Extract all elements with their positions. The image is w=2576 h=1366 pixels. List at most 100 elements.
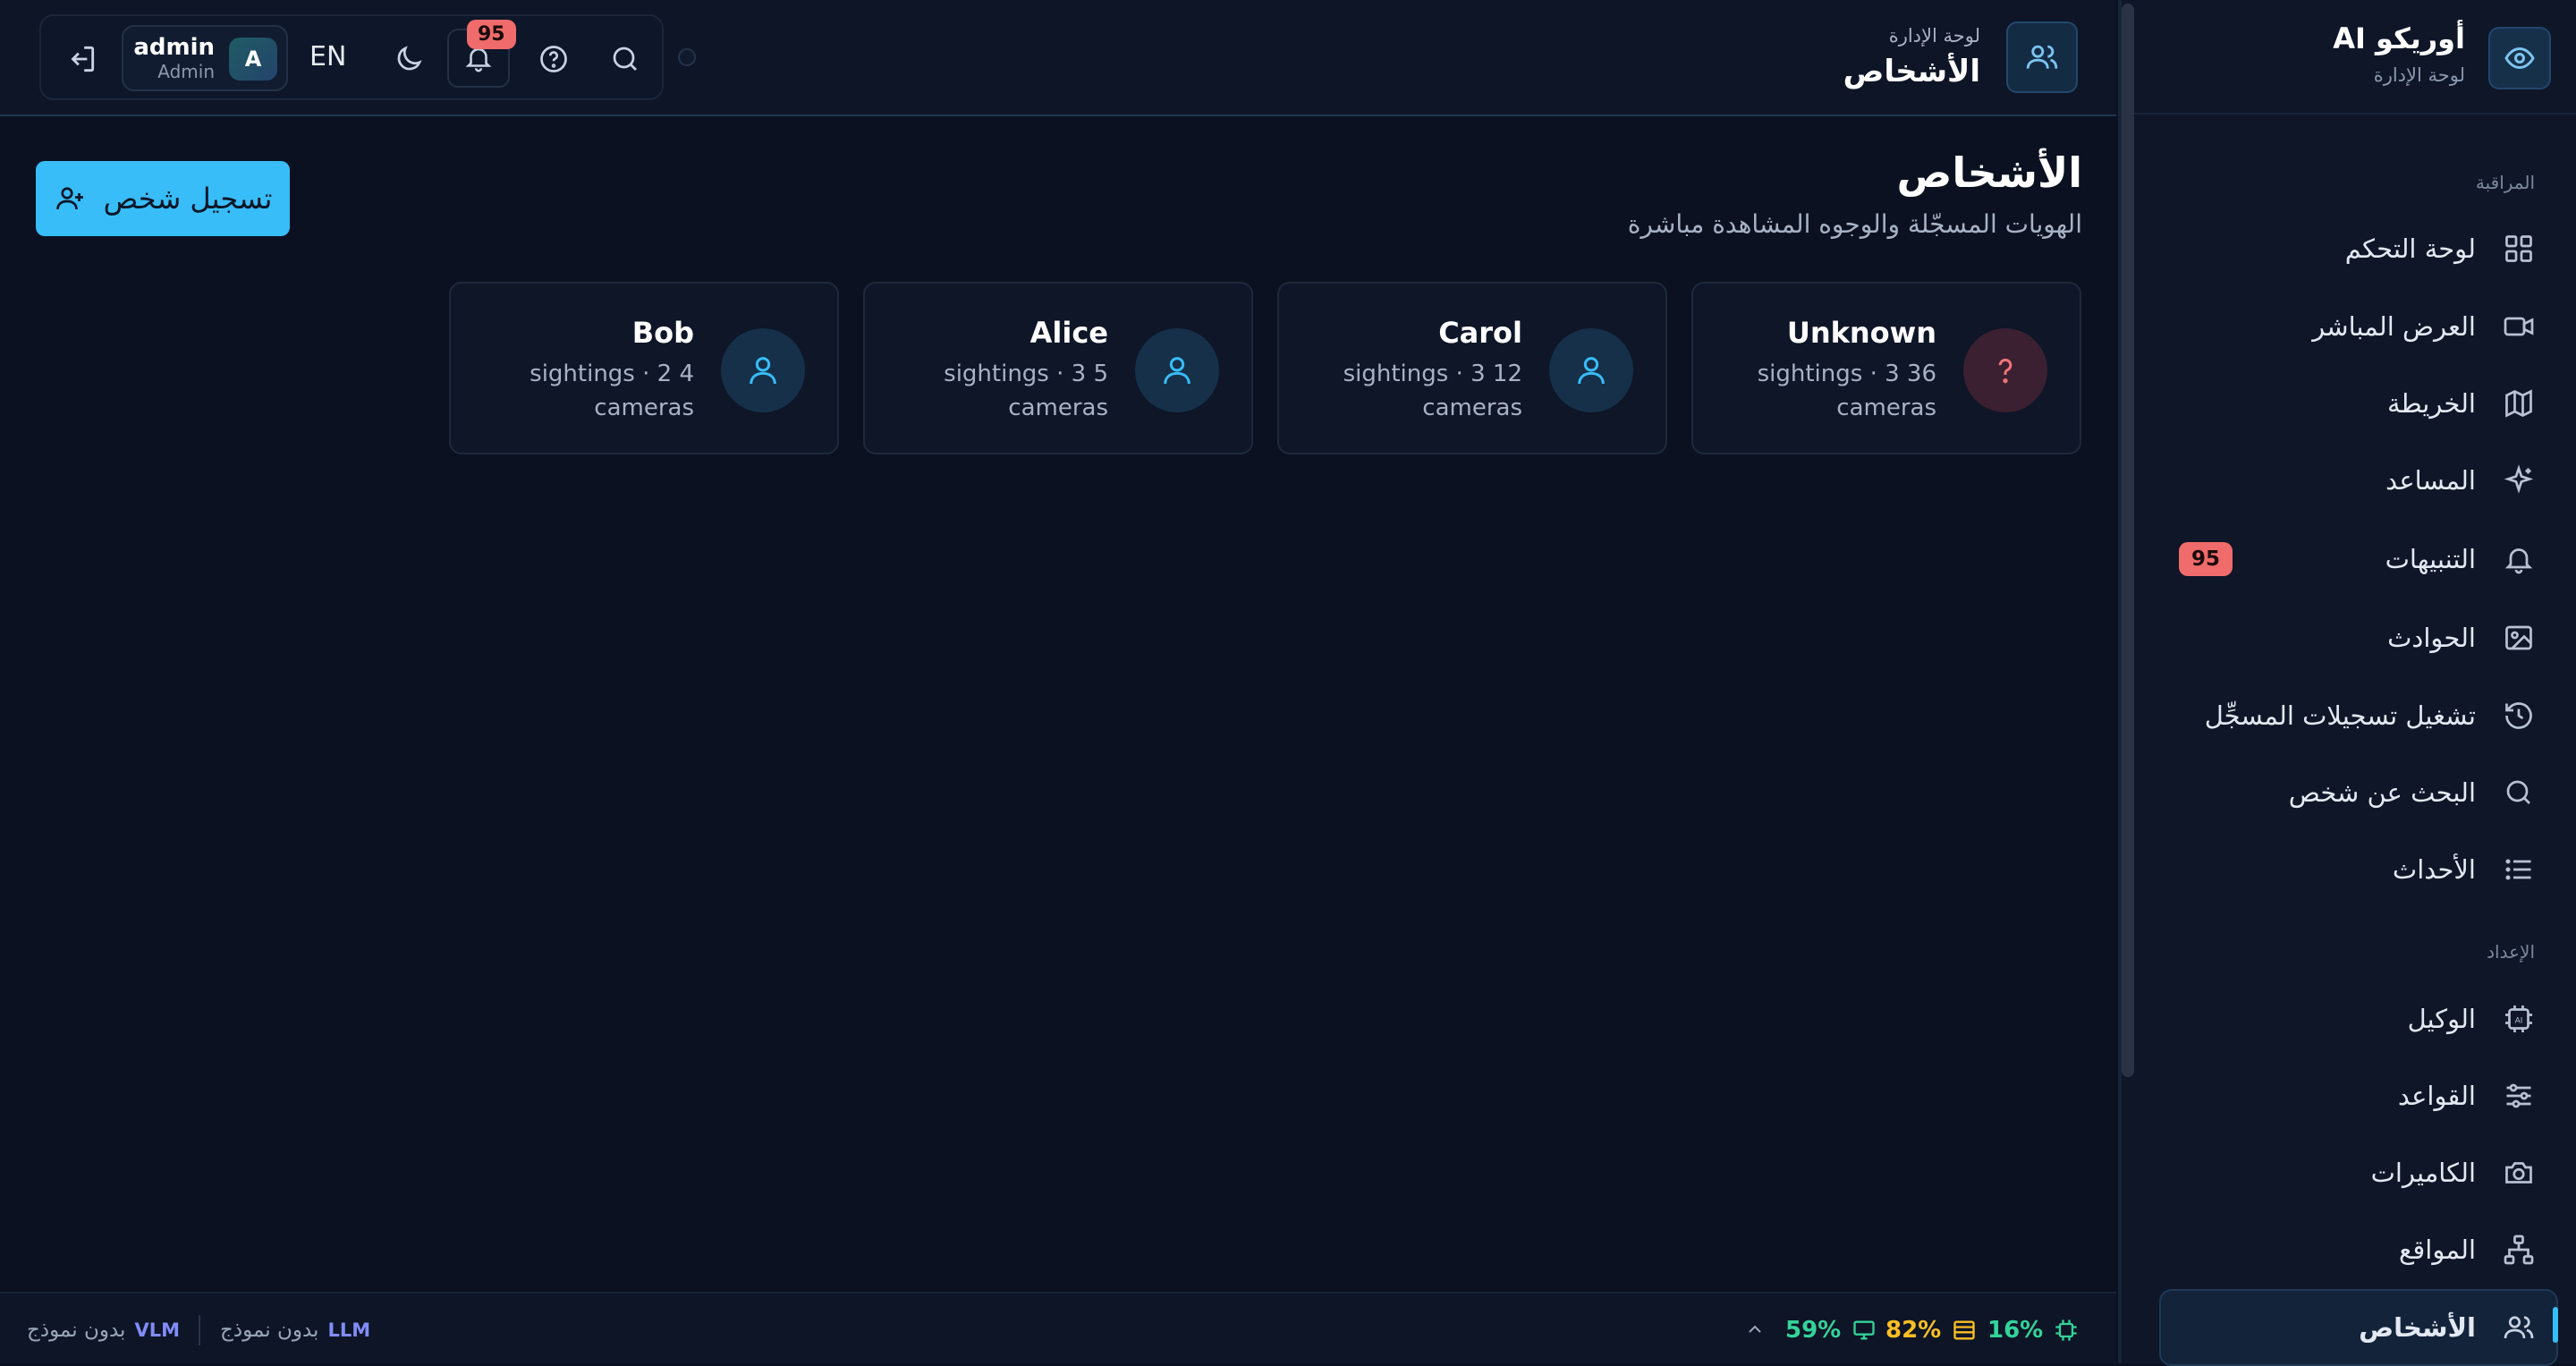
memory-stat: 59%	[1785, 1317, 1877, 1344]
help-button[interactable]	[531, 37, 576, 81]
grid-icon	[2501, 231, 2537, 267]
person-name: Carol	[1438, 316, 1522, 350]
person-card[interactable]: Bob sightings · 2 4 cameras	[449, 282, 839, 454]
sidebar-item-cameras[interactable]: الكاميرات	[2120, 1137, 2576, 1209]
sidebar-item-person-search[interactable]: البحث عن شخص	[2120, 757, 2576, 828]
search-button[interactable]	[603, 37, 648, 81]
sparkles-icon	[2501, 462, 2537, 498]
storage-stat: 82%	[1885, 1317, 1977, 1344]
search-icon	[609, 43, 641, 75]
person-sightings: sightings · 3 5	[944, 361, 1108, 387]
notifications-badge: 95	[467, 20, 516, 49]
image-icon	[2501, 620, 2537, 656]
sidebar-item-dashboard[interactable]: لوحة التحكم	[2120, 213, 2576, 284]
person-name: Unknown	[1786, 316, 1936, 350]
sidebar-item-live-view[interactable]: العرض المباشر	[2120, 291, 2576, 362]
cpu-value: 16%	[1987, 1317, 2044, 1344]
user-plus-icon	[54, 182, 86, 215]
help-icon	[538, 43, 570, 75]
moon-icon	[393, 43, 425, 75]
map-icon	[2501, 386, 2537, 421]
sidebar-item-incidents[interactable]: الحوادث	[2120, 602, 2576, 674]
sidebar-item-people[interactable]: الأشخاص	[2159, 1289, 2558, 1366]
search-icon	[2501, 775, 2537, 810]
vlm-tag: VLM	[134, 1319, 180, 1341]
logout-button[interactable]	[59, 37, 104, 81]
person-sightings: sightings · 2 4	[530, 361, 694, 387]
list-icon	[2501, 852, 2537, 887]
person-card[interactable]: Alice sightings · 3 5 cameras	[863, 282, 1253, 454]
sliders-icon	[2501, 1078, 2537, 1114]
sidebar-item-label: البحث عن شخص	[2288, 777, 2476, 808]
user-menu[interactable]: admin Admin A	[122, 25, 288, 91]
history-icon	[2501, 698, 2537, 734]
toolbar: admin Admin A EN 95	[39, 14, 664, 100]
sidebar-item-label: الأشخاص	[2359, 1312, 2476, 1343]
sidebar-item-label: المواقع	[2399, 1234, 2476, 1265]
sidebar-item-label: الحوادث	[2387, 623, 2476, 653]
brand-subtitle: لوحة الإدارة	[2373, 64, 2465, 86]
cpu-stat: 16%	[1987, 1317, 2079, 1344]
active-indicator	[2553, 1307, 2558, 1343]
user-name: admin	[133, 34, 215, 61]
divider	[199, 1315, 200, 1345]
svg-text:AI: AI	[2515, 1017, 2523, 1026]
section-label-setup: الإعداد	[2487, 941, 2535, 963]
sidebar-item-sites[interactable]: المواقع	[2120, 1214, 2576, 1285]
llm-status: بدون نموذج LLM	[220, 1319, 370, 1342]
storage-icon	[1952, 1318, 1977, 1343]
sidebar-item-label: العرض المباشر	[2312, 311, 2476, 342]
register-person-button[interactable]: تسجيل شخص	[36, 161, 290, 236]
person-cameras: cameras	[1008, 395, 1108, 421]
user-role: Admin	[157, 61, 215, 82]
storage-value: 82%	[1885, 1317, 1942, 1344]
person-name: Alice	[1030, 316, 1108, 350]
sidebar-item-label: الوكيل	[2407, 1004, 2476, 1034]
cpu-icon	[2054, 1318, 2079, 1343]
question-icon	[1963, 328, 2047, 412]
person-cameras: cameras	[594, 395, 694, 421]
sidebar-item-label: التنبيهات	[2385, 544, 2476, 574]
brand-title: أوريكو AI	[2333, 21, 2465, 55]
users-icon	[2006, 21, 2078, 93]
status-bar: بدون نموذج VLM بدون نموذج LLM 59% 82% 16…	[0, 1292, 2116, 1363]
sidebar-item-label: المساعد	[2385, 465, 2476, 496]
page-subheading: الهويات المسجّلة والوجوه المشاهدة مباشرة	[1627, 209, 2082, 239]
person-cameras: cameras	[1422, 395, 1522, 421]
users-icon	[2501, 1310, 2537, 1345]
sidebar-item-recorder-playback[interactable]: تشغيل تسجيلات المسجِّل	[2120, 680, 2576, 751]
logout-icon	[64, 42, 98, 76]
cpu-ai-icon: AI	[2501, 1001, 2537, 1037]
sidebar-item-rules[interactable]: القواعد	[2120, 1060, 2576, 1132]
person-cameras: cameras	[1836, 395, 1936, 421]
sidebar-item-agent[interactable]: AI الوكيل	[2120, 983, 2576, 1055]
breadcrumb: لوحة الإدارة	[1888, 25, 1980, 47]
sidebar-item-label: الخريطة	[2386, 388, 2476, 419]
language-toggle[interactable]: EN	[309, 41, 346, 72]
llm-tag: LLM	[327, 1319, 371, 1341]
network-icon	[2501, 1232, 2537, 1268]
sidebar-item-map[interactable]: الخريطة	[2120, 368, 2576, 439]
register-person-label: تسجيل شخص	[103, 182, 273, 216]
alerts-count-badge: 95	[2179, 542, 2233, 576]
scrollbar-thumb[interactable]	[2122, 4, 2134, 1077]
person-sightings: sightings · 3 12	[1343, 361, 1522, 387]
sidebar-item-alerts[interactable]: التنبيهات 95	[2120, 523, 2576, 595]
person-card[interactable]: Unknown sightings · 3 36 cameras	[1691, 282, 2081, 454]
top-bar: لوحة الإدارة الأشخاص admin Admin A EN 95	[0, 0, 2116, 116]
sidebar-item-events[interactable]: الأحداث	[2120, 834, 2576, 905]
sidebar-item-label: الأحداث	[2392, 854, 2476, 885]
memory-value: 59%	[1785, 1317, 1842, 1344]
monitor-icon	[1852, 1318, 1877, 1343]
page-title: الأشخاص	[1843, 54, 1980, 89]
person-card[interactable]: Carol sightings · 3 12 cameras	[1277, 282, 1667, 454]
vlm-status: بدون نموذج VLM	[27, 1319, 180, 1342]
expand-stats-button[interactable]	[1744, 1319, 1766, 1340]
theme-toggle-button[interactable]	[386, 37, 431, 81]
vlm-status-text: بدون نموذج	[27, 1319, 126, 1342]
camera-icon	[2501, 1155, 2537, 1191]
sidebar-item-assistant[interactable]: المساعد	[2120, 445, 2576, 516]
eye-icon	[2488, 27, 2551, 89]
llm-status-text: بدون نموذج	[220, 1319, 319, 1342]
connection-status-dot	[678, 48, 696, 66]
